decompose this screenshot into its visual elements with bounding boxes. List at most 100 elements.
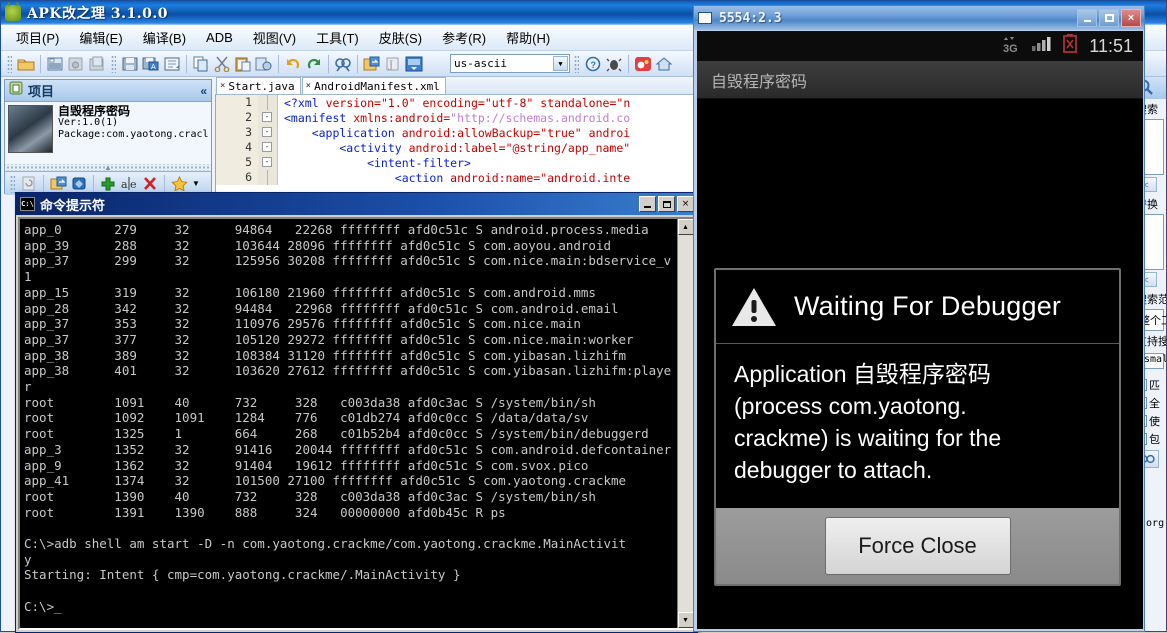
package-icon[interactable] <box>87 54 107 74</box>
fold-minus-icon[interactable]: - <box>262 142 272 152</box>
gem-icon[interactable] <box>69 174 89 194</box>
menu-compile[interactable]: 编译(B) <box>134 25 195 50</box>
force-close-button[interactable]: Force Close <box>824 517 1011 575</box>
code-token: "1.0" <box>380 95 416 110</box>
project-toolbar-sep <box>43 174 44 193</box>
delete-icon[interactable] <box>140 174 160 194</box>
emulator-window: 5554:2.3 × 3G 11:51 自毁程序密码 Waiting For D… <box>693 5 1145 632</box>
emulator-title-bar[interactable]: 5554:2.3 × <box>694 6 1144 30</box>
install-icon[interactable] <box>404 54 424 74</box>
svg-text:A: A <box>151 64 156 71</box>
close-icon[interactable]: × <box>220 81 225 91</box>
android-status-bar: 3G 11:51 <box>697 31 1143 61</box>
weibo-icon[interactable] <box>633 54 653 74</box>
cmd-scrollbar[interactable]: ▲ ▼ <box>677 219 694 628</box>
save-as-icon[interactable] <box>162 54 182 74</box>
save-icon[interactable] <box>120 54 140 74</box>
svg-text:e: e <box>130 178 137 191</box>
cut-icon[interactable] <box>212 54 232 74</box>
project-package: Package:com.yaotong.cracl <box>58 129 208 140</box>
tab-start-java[interactable]: × Start.java <box>216 77 301 94</box>
fold-gutter[interactable] <box>258 170 278 185</box>
fold-minus-icon[interactable]: - <box>262 112 272 122</box>
code-token: "android.inte <box>540 170 631 185</box>
code-text: <action android:name="android.inte <box>278 171 630 185</box>
console-line: app_38 401 32 103620 27612 ffffffff afd0… <box>24 363 672 379</box>
refresh-icon[interactable] <box>19 174 39 194</box>
copy-icon[interactable] <box>191 54 211 74</box>
menu-edit[interactable]: 编辑(E) <box>70 25 131 50</box>
chevron-down-icon[interactable]: ▼ <box>553 56 568 71</box>
rename-icon[interactable]: ae <box>119 174 139 194</box>
project-info-row[interactable]: 自毁程序密码 Ver:1.0(1) Package:com.yaotong.cr… <box>5 102 211 164</box>
console-line: app_9 1362 32 91404 19612 ffffffff afd0c… <box>24 457 589 473</box>
toolbar-separator-3 <box>278 54 279 73</box>
toolbar-grip-3[interactable] <box>574 54 579 73</box>
encoding-combobox[interactable]: us-ascii ▼ <box>450 54 570 73</box>
toolbar-grip[interactable] <box>7 54 12 73</box>
home-icon[interactable] <box>654 54 674 74</box>
menu-project[interactable]: 项目(P) <box>7 25 68 50</box>
command-prompt-window: C:\ 命令提示符 × app_0 279 32 94864 22268 fff… <box>15 192 698 633</box>
menu-reference[interactable]: 参考(R) <box>433 25 495 50</box>
fold-gutter[interactable]: - <box>258 110 278 125</box>
maximize-button[interactable] <box>1099 9 1119 27</box>
save-all-icon[interactable]: A <box>141 54 161 74</box>
scroll-track[interactable] <box>677 235 694 612</box>
menu-help[interactable]: 帮助(H) <box>497 25 559 50</box>
close-project-icon[interactable] <box>66 54 86 74</box>
console-output[interactable]: app_0 279 32 94864 22268 ffffffff afd0c5… <box>20 219 677 628</box>
minimize-button[interactable] <box>1077 9 1097 27</box>
code-text: <?xml version="1.0" encoding="utf-8" sta… <box>278 96 630 110</box>
menu-view[interactable]: 视图(V) <box>244 25 305 50</box>
fold-gutter[interactable]: - <box>258 155 278 170</box>
fold-minus-icon[interactable]: - <box>262 157 272 167</box>
add-icon[interactable] <box>98 174 118 194</box>
project-toolbar-sep-2 <box>93 174 94 193</box>
project-app-name: 自毁程序密码 <box>58 105 131 118</box>
emulator-window-title: 5554:2.3 <box>719 10 782 26</box>
favorite-star-icon[interactable] <box>169 174 189 194</box>
paste-icon[interactable] <box>233 54 253 74</box>
undo-icon[interactable] <box>283 54 303 74</box>
cmd-title-bar[interactable]: C:\ 命令提示符 × <box>16 193 697 215</box>
minimize-button[interactable] <box>639 196 656 212</box>
sign-icon[interactable]: J <box>383 54 403 74</box>
android-app-title-bar: 自毁程序密码 <box>697 61 1143 99</box>
project-toolbar-grip[interactable] <box>10 174 15 193</box>
fold-line <box>267 95 268 110</box>
tab-androidmanifest-xml[interactable]: × AndroidManifest.xml <box>301 77 446 94</box>
replace-icon[interactable] <box>362 54 382 74</box>
open-folder-icon[interactable] <box>16 54 36 74</box>
scroll-up-button[interactable]: ▲ <box>677 219 694 235</box>
svg-text:?: ? <box>591 60 597 70</box>
fold-gutter[interactable]: - <box>258 140 278 155</box>
new-project-icon[interactable] <box>45 54 65 74</box>
help-icon[interactable]: ? <box>583 54 603 74</box>
fold-gutter[interactable]: - <box>258 125 278 140</box>
fold-line <box>267 170 268 185</box>
close-button[interactable]: × <box>677 196 694 212</box>
fold-gutter[interactable] <box>258 95 278 110</box>
open-dir-icon[interactable] <box>48 174 68 194</box>
redo-icon[interactable] <box>304 54 324 74</box>
dropdown-arrow-icon[interactable]: ▼ <box>190 174 202 194</box>
menu-adb[interactable]: ADB <box>197 27 242 48</box>
close-icon[interactable]: × <box>306 81 311 91</box>
chevron-up-icon[interactable]: ▲ <box>104 163 112 172</box>
close-button[interactable]: × <box>1121 9 1141 27</box>
debug-bug-icon[interactable] <box>604 54 624 74</box>
maximize-button[interactable] <box>658 196 675 212</box>
fold-minus-icon[interactable]: - <box>262 127 272 137</box>
project-panel-icon <box>9 81 23 100</box>
panel-splitter[interactable]: ▲ <box>5 163 211 172</box>
menu-tools[interactable]: 工具(T) <box>307 25 368 50</box>
scroll-down-button[interactable]: ▼ <box>677 612 694 628</box>
collapse-panel-icon[interactable]: « <box>200 84 207 98</box>
find-icon[interactable] <box>333 54 353 74</box>
menu-skin[interactable]: 皮肤(S) <box>370 25 431 50</box>
toolbar-grip-2[interactable] <box>111 54 116 73</box>
emulator-screen[interactable]: 3G 11:51 自毁程序密码 Waiting For Debugger App… <box>697 31 1143 629</box>
paste-special-icon[interactable] <box>254 54 274 74</box>
dialog-message-line: debugger to attach. <box>734 457 933 483</box>
